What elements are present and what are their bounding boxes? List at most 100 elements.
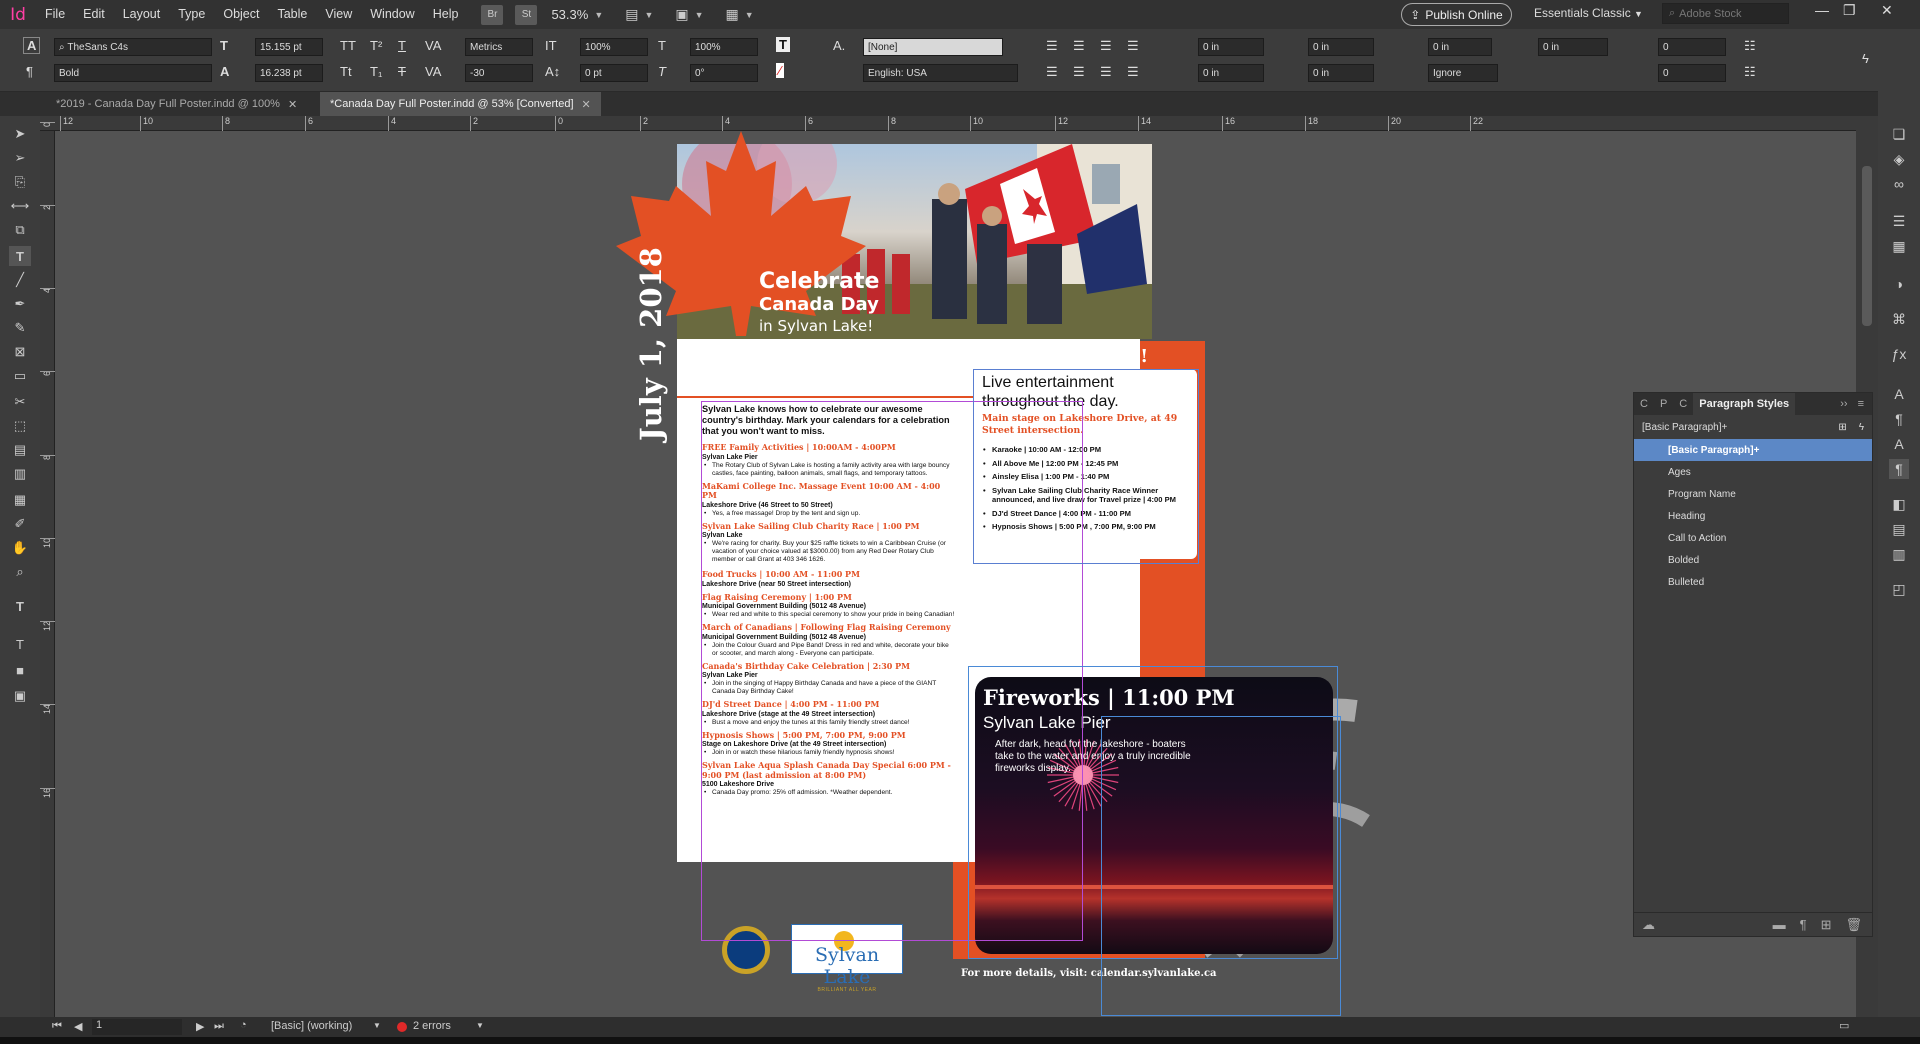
underline-icon[interactable]: T	[398, 38, 406, 53]
space-after-field[interactable]: 0 in	[1538, 38, 1608, 56]
paragraph-mode-icon[interactable]: ¶	[26, 64, 33, 79]
page-number-field[interactable]: 1	[92, 1019, 182, 1035]
stage-title[interactable]: ON THE STAGE!	[983, 346, 1148, 367]
zoom-tool-icon[interactable]: ⌕	[9, 562, 31, 582]
swatches-panel-icon[interactable]: ▦	[1889, 236, 1909, 256]
table-styles-icon[interactable]: ▤	[1889, 519, 1909, 539]
chevron-down-icon[interactable]: ▼	[373, 1021, 381, 1030]
chevron-down-icon[interactable]: ▼	[644, 10, 653, 20]
align-left-icon[interactable]: ☰	[1046, 38, 1058, 54]
right-indent-field[interactable]: 0 in	[1308, 38, 1374, 56]
new-style-icon[interactable]: ⊞	[1821, 917, 1832, 933]
language-field[interactable]: English: USA	[863, 64, 1018, 82]
character-style-field[interactable]: [None]	[863, 38, 1003, 56]
clear-overrides-icon[interactable]: ¶	[1800, 917, 1807, 932]
align-center-icon[interactable]: ☰	[1073, 38, 1085, 54]
page-tool-icon[interactable]: ⎘	[9, 172, 31, 192]
selection-tool-icon[interactable]: ➤	[9, 124, 31, 144]
tab-2019-poster[interactable]: *2019 - Canada Day Full Poster.indd @ 10…	[46, 92, 307, 116]
menu-help[interactable]: Help	[424, 0, 468, 29]
screen-mode-icon[interactable]: ▣	[9, 686, 31, 706]
object-styles-icon[interactable]: ◧	[1889, 494, 1909, 514]
indesign-app-icon[interactable]: Id	[0, 0, 36, 29]
in-sylvan-heading[interactable]: in Sylvan Lake!	[759, 317, 873, 335]
arrange-documents-icon[interactable]: ▦	[726, 6, 739, 23]
font-size-field[interactable]: 15.155 pt	[255, 38, 323, 56]
content-collector-icon[interactable]: ⧉	[9, 220, 31, 240]
error-status-icon[interactable]	[397, 1022, 407, 1032]
line-tool-icon[interactable]: ╱	[9, 270, 31, 290]
date-vertical-text[interactable]: July 1, 2018	[634, 241, 668, 441]
paragraph-style-row[interactable]: [Basic Paragraph]+	[1634, 439, 1872, 461]
gradient-feather-tool-icon[interactable]: ▥	[9, 464, 31, 484]
gradient-tool-icon[interactable]: ▤	[9, 440, 31, 460]
drop-cap-chars-field[interactable]: 0	[1658, 64, 1726, 82]
quick-apply-icon[interactable]: ϟ	[1859, 422, 1864, 433]
left-indent-field[interactable]: 0 in	[1198, 38, 1264, 56]
minimize-icon[interactable]: —	[1815, 2, 1829, 18]
paragraph-style-row[interactable]: Bulleted	[1634, 571, 1872, 593]
close-icon[interactable]: ✕	[288, 98, 297, 111]
numbered-list-icon[interactable]: ☷	[1744, 64, 1756, 80]
pages-panel-icon[interactable]: ❏	[1889, 124, 1909, 144]
horizontal-ruler[interactable]: 12 10 8 6 4 2 0 2 4 6 8 10 12 14 16 18 20 22	[40, 116, 1856, 131]
character-mode-icon[interactable]: A	[23, 37, 41, 54]
previous-page-icon[interactable]: ◀	[74, 1020, 82, 1033]
tab-pages[interactable]: P	[1654, 398, 1673, 410]
screen-mode-icon[interactable]: ▣	[675, 6, 688, 23]
pencil-tool-icon[interactable]: ✎	[9, 318, 31, 338]
superscript-icon[interactable]: T²	[370, 38, 382, 53]
scissors-tool-icon[interactable]: ✂	[9, 392, 31, 412]
quick-apply-icon[interactable]: ϟ	[1862, 51, 1869, 66]
text-fill-icon[interactable]: T	[776, 37, 790, 52]
restore-icon[interactable]: ❐	[1843, 2, 1856, 19]
free-transform-tool-icon[interactable]: ⬚	[9, 416, 31, 436]
justify-last-left-icon[interactable]: ☰	[1046, 64, 1058, 80]
justify-last-right-icon[interactable]: ☰	[1100, 64, 1112, 80]
leading-field[interactable]: 16.238 pt	[255, 64, 323, 82]
note-tool-icon[interactable]: ▦	[9, 490, 31, 510]
bridge-button[interactable]: Br	[481, 4, 504, 25]
cell-styles-icon[interactable]: ▥	[1889, 544, 1909, 564]
chevron-down-icon[interactable]: ▼	[745, 10, 754, 20]
menu-table[interactable]: Table	[268, 0, 316, 29]
cc-libraries-icon[interactable]: ☁	[1642, 917, 1655, 933]
kerning-field[interactable]: Metrics	[465, 38, 533, 56]
last-line-indent-field[interactable]: 0 in	[1308, 64, 1374, 82]
gap-tool-icon[interactable]: ⟷	[9, 196, 31, 216]
skew-field[interactable]: 0°	[690, 64, 758, 82]
character-panel-icon[interactable]: A	[1889, 384, 1909, 404]
paragraph-style-row[interactable]: Program Name	[1634, 483, 1872, 505]
tab-paragraph-styles[interactable]: Paragraph Styles	[1693, 393, 1796, 415]
drop-cap-lines-field[interactable]: 0	[1658, 38, 1726, 56]
zoom-level[interactable]: 53.3%	[551, 7, 588, 22]
celebrate-heading[interactable]: Celebrate	[759, 269, 879, 294]
paragraph-style-row[interactable]: Heading	[1634, 505, 1872, 527]
cc-libraries-icon[interactable]: ⌘	[1889, 309, 1909, 329]
publish-online-button[interactable]: ⇪ Publish Online	[1401, 3, 1512, 26]
menu-window[interactable]: Window	[361, 0, 423, 29]
justify-icon[interactable]: ☰	[1127, 38, 1139, 54]
hand-tool-icon[interactable]: ✋	[9, 538, 31, 558]
color-panel-icon[interactable]: ◑	[1889, 274, 1909, 294]
chevron-down-icon[interactable]: ▼	[695, 10, 704, 20]
canada-day-heading[interactable]: Canada Day	[759, 294, 879, 315]
chevron-down-icon[interactable]: ▼	[594, 10, 603, 20]
close-icon[interactable]: ✕	[582, 98, 591, 111]
tracking-field[interactable]: -30	[465, 64, 533, 82]
effects-panel-icon[interactable]: ƒx	[1889, 344, 1909, 364]
all-caps-icon[interactable]: TT	[340, 38, 356, 53]
tab-color[interactable]: C	[1634, 398, 1654, 410]
tab-canada-day-poster[interactable]: *Canada Day Full Poster.indd @ 53% [Conv…	[320, 92, 601, 116]
preflight-profile[interactable]: [Basic] (working)	[271, 1020, 352, 1032]
grid-align-field[interactable]: Ignore	[1428, 64, 1498, 82]
chevron-down-icon[interactable]: ▼	[476, 1021, 484, 1030]
eyedropper-tool-icon[interactable]: ✐	[9, 514, 31, 534]
horizontal-scale-field[interactable]: 100%	[690, 38, 758, 56]
first-line-indent-field[interactable]: 0 in	[1198, 64, 1264, 82]
paragraph-styles-icon[interactable]: ¶	[1889, 459, 1909, 479]
baseline-shift-field[interactable]: 0 pt	[580, 64, 648, 82]
vertical-ruler[interactable]: 0 2 4 6 8 10 12 14 16	[40, 122, 55, 1017]
stroke-none-icon[interactable]: ⁄	[776, 63, 785, 78]
menu-edit[interactable]: Edit	[74, 0, 114, 29]
